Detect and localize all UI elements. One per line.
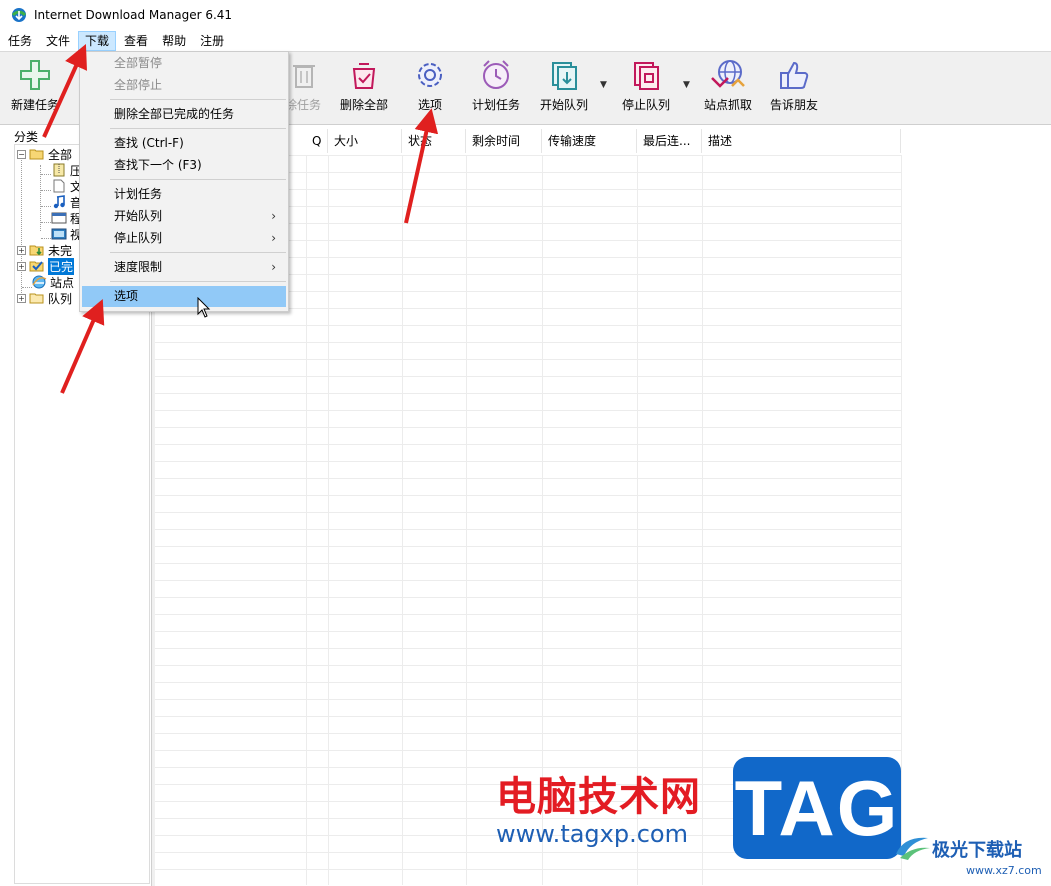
tree-item-queues[interactable]: + 队列 bbox=[17, 290, 72, 306]
tree-item-video[interactable]: 视 bbox=[51, 226, 82, 242]
menu-view[interactable]: 查看 bbox=[118, 31, 154, 51]
folder-icon bbox=[29, 293, 44, 304]
column-size[interactable]: 大小 bbox=[328, 129, 402, 153]
expand-icon[interactable]: + bbox=[17, 245, 26, 255]
folder-open-icon bbox=[29, 149, 44, 160]
menu-separator bbox=[110, 128, 286, 129]
queue-stop-icon bbox=[634, 62, 659, 90]
mouse-cursor-icon bbox=[197, 297, 211, 318]
menu-item-delete-completed[interactable]: 删除全部已完成的任务 bbox=[82, 104, 286, 125]
menu-item-schedule[interactable]: 计划任务 bbox=[82, 184, 286, 205]
column-description[interactable]: 描述 bbox=[702, 129, 901, 153]
music-note-icon bbox=[53, 195, 65, 209]
site-grabber-button[interactable]: 站点抓取 bbox=[700, 58, 756, 120]
basket-check-icon bbox=[352, 63, 376, 89]
tell-friend-button[interactable]: 告诉朋友 bbox=[766, 58, 822, 120]
menu-item-stop-all: 全部停止 bbox=[114, 78, 163, 92]
watermark-site-url: www.tagxp.com bbox=[496, 820, 688, 848]
collapse-icon[interactable]: − bbox=[17, 149, 26, 159]
aurora-logo-icon bbox=[896, 837, 930, 860]
video-icon bbox=[51, 228, 67, 240]
queue-download-icon bbox=[552, 62, 577, 90]
start-queue-dropdown-icon[interactable]: ▼ bbox=[600, 80, 607, 90]
menu-separator bbox=[110, 252, 286, 253]
submenu-arrow-icon: › bbox=[271, 260, 276, 274]
download-menu-dropdown: 全部暂停 全部停止 删除全部已完成的任务 查找 (Ctrl-F) 查找下一个 (… bbox=[79, 51, 289, 312]
tree-item-unfinished[interactable]: + 未完 bbox=[17, 242, 72, 258]
menu-separator bbox=[110, 179, 286, 180]
window-title: Internet Download Manager 6.41 bbox=[34, 7, 233, 22]
column-status[interactable]: 状态 bbox=[402, 129, 466, 153]
watermark-brand: 极光下载站 bbox=[932, 840, 1022, 861]
menu-item-find-next[interactable]: 查找下一个 (F3) bbox=[82, 155, 286, 176]
submenu-arrow-icon: › bbox=[271, 231, 276, 245]
ie-globe-icon bbox=[32, 275, 47, 289]
options-button[interactable]: 选项 bbox=[408, 58, 452, 120]
column-last-try[interactable]: 最后连... bbox=[637, 129, 702, 153]
watermark-tag-logo: TAG bbox=[733, 757, 901, 859]
column-queue[interactable]: Q bbox=[306, 129, 328, 153]
tree-item-all[interactable]: − 全部 bbox=[17, 146, 72, 162]
tree-item-programs[interactable]: 程 bbox=[51, 210, 82, 226]
watermark-brand-url: www.xz7.com bbox=[966, 864, 1042, 877]
submenu-arrow-icon: › bbox=[271, 209, 276, 223]
expand-icon[interactable]: + bbox=[17, 261, 26, 271]
menu-separator bbox=[110, 281, 286, 282]
alarm-clock-icon bbox=[483, 60, 509, 89]
schedule-button[interactable]: 计划任务 bbox=[468, 58, 524, 120]
delete-all-button[interactable]: 删除全部 bbox=[336, 58, 392, 120]
category-header: 分类 bbox=[14, 130, 39, 144]
watermark-site-name: 电脑技术网 bbox=[496, 774, 701, 820]
document-icon bbox=[53, 179, 65, 193]
folder-check-icon bbox=[29, 261, 44, 272]
menu-file[interactable]: 文件 bbox=[40, 31, 76, 51]
program-window-icon bbox=[51, 212, 67, 224]
menu-item-pause-all: 全部暂停 bbox=[114, 56, 163, 70]
column-time-left[interactable]: 剩余时间 bbox=[466, 129, 542, 153]
column-transfer-rate[interactable]: 传输速度 bbox=[542, 129, 637, 153]
tree-item-music[interactable]: 音 bbox=[51, 194, 82, 210]
menu-item-find[interactable]: 查找 (Ctrl-F) bbox=[82, 133, 286, 154]
plus-icon bbox=[20, 60, 50, 90]
menu-register[interactable]: 注册 bbox=[194, 31, 230, 51]
start-queue-button[interactable]: 开始队列 bbox=[536, 58, 592, 120]
menu-download[interactable]: 下载 bbox=[78, 30, 117, 51]
idm-app-icon bbox=[11, 7, 27, 22]
globe-grabber-icon bbox=[711, 60, 745, 88]
menu-item-options[interactable]: 选项 bbox=[82, 286, 286, 307]
menu-bar: 任务 文件 下载 查看 帮助 注册 bbox=[0, 30, 1051, 52]
title-bar: Internet Download Manager 6.41 bbox=[0, 0, 1051, 30]
tree-item-site-grabber[interactable]: 站点 bbox=[31, 274, 74, 290]
zip-file-icon bbox=[53, 163, 65, 177]
menu-item-stop-queue[interactable]: 停止队列 › bbox=[82, 228, 286, 249]
stop-queue-button[interactable]: 停止队列 bbox=[618, 58, 674, 120]
tree-item-finished[interactable]: + 已完 bbox=[17, 257, 75, 275]
gear-icon bbox=[418, 63, 442, 87]
menu-item-start-queue[interactable]: 开始队列 › bbox=[82, 206, 286, 227]
menu-item-speed-limiter[interactable]: 速度限制 › bbox=[82, 257, 286, 278]
stop-queue-dropdown-icon[interactable]: ▼ bbox=[683, 80, 690, 90]
menu-task[interactable]: 任务 bbox=[2, 31, 38, 51]
new-task-button[interactable]: 新建任务 bbox=[6, 58, 64, 120]
menu-separator bbox=[110, 99, 286, 100]
menu-help[interactable]: 帮助 bbox=[156, 31, 192, 51]
thumbs-up-icon bbox=[780, 61, 809, 89]
expand-icon[interactable]: + bbox=[17, 293, 26, 303]
trash-icon bbox=[293, 65, 315, 88]
tree-item-compressed[interactable]: 压 bbox=[51, 162, 82, 178]
tree-item-documents[interactable]: 文 bbox=[51, 178, 82, 194]
folder-download-icon bbox=[29, 245, 44, 256]
